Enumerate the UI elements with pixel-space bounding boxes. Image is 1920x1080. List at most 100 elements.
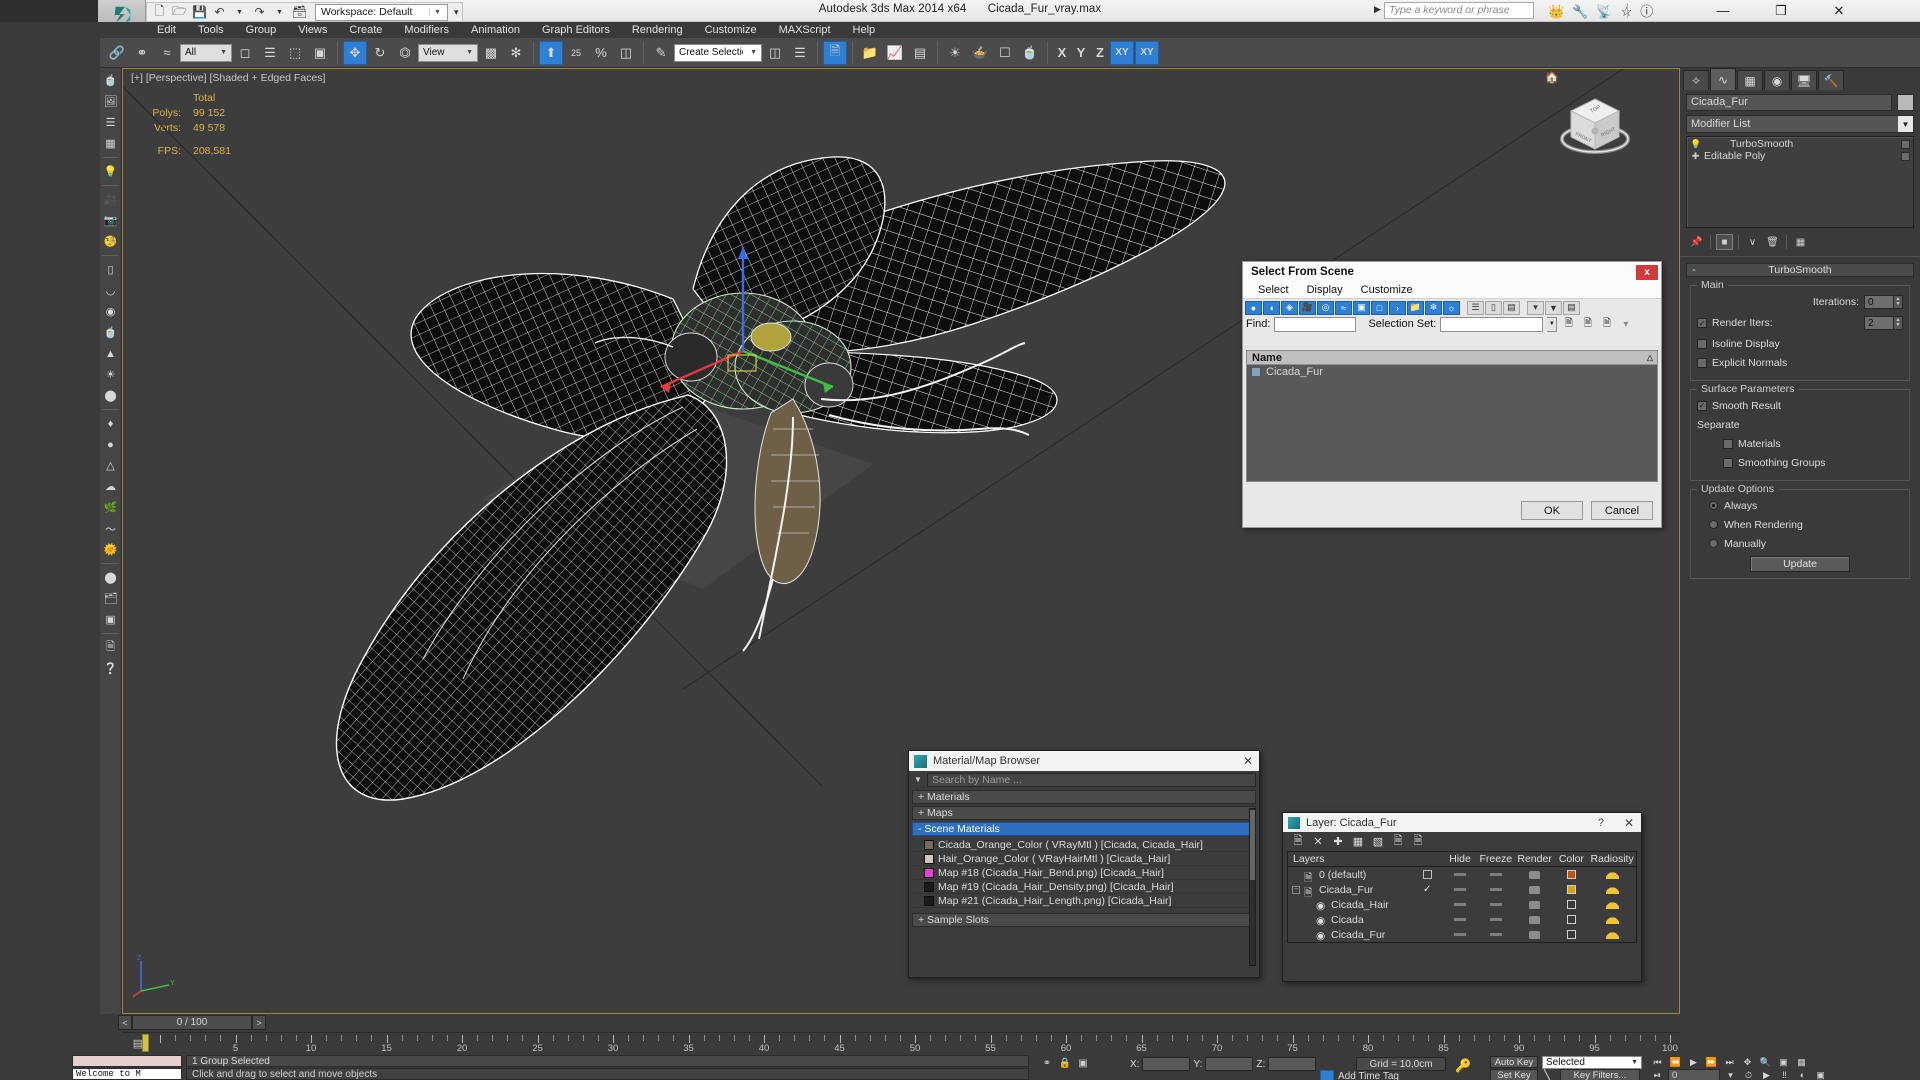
display-groups-icon[interactable]: ▣ [1353,301,1370,315]
time-tag-icon[interactable] [1320,1070,1334,1080]
space-warp-icon[interactable]: △ [101,456,120,475]
time-playhead[interactable] [142,1034,149,1052]
select-and-link-icon[interactable]: 🔗 [105,41,129,65]
set-key-button[interactable]: Set Key [1490,1069,1538,1080]
prev-frame-button[interactable]: < [118,1015,132,1030]
menu-item-graph-editors[interactable]: Graph Editors [531,22,621,38]
list-item[interactable]: Cicada_Orange_Color ( VRayMtl ) [Cicada,… [912,838,1256,852]
show-end-result-icon[interactable]: ■ [1716,234,1733,250]
group-maps[interactable]: + Maps [912,806,1256,820]
help-circle-icon[interactable]: ❔ [101,659,120,678]
redo-dropdown-icon[interactable]: ▼ [271,4,288,21]
render-toggle-icon[interactable] [1529,916,1540,924]
radiosity-icon[interactable] [1606,930,1619,939]
expand-plus-icon[interactable]: ✚ [1690,151,1701,162]
freeze-toggle[interactable] [1490,873,1502,876]
hide-toggle[interactable] [1454,933,1466,936]
separate-materials-row[interactable]: Materials [1697,436,1903,451]
field-of-view-icon[interactable]: ◐ [1795,1069,1810,1080]
menu-item-create[interactable]: Create [338,22,393,38]
iterations-spinner[interactable]: 0 ▲▼ [1864,295,1903,309]
maximize-viewport-icon[interactable]: ▦ [1794,1056,1809,1068]
iterations-value[interactable]: 0 [1864,295,1894,309]
remove-modifier-icon[interactable]: 🗑 [1764,234,1781,250]
list-item[interactable]: Cicada_Fur [1247,365,1657,379]
radio-manually[interactable] [1709,539,1718,548]
display-containers-icon[interactable]: 📁 [1407,301,1424,315]
hide-toggle[interactable] [1454,918,1466,921]
add-time-tag-row[interactable]: Add Time Tag [1320,1070,1399,1080]
modifier-stack-item-turbosmooth[interactable]: 💡 TurboSmooth [1688,138,1912,150]
material-map-browser[interactable]: Material/Map Browser ✕ ▼ Search by Name … [908,750,1260,978]
wrench-icon[interactable]: 🔧 [1572,5,1588,18]
lightbulb-icon[interactable]: 💡 [1690,139,1701,150]
scene-object-list[interactable]: Name △ Cicada_Fur [1246,350,1658,482]
radiosity-icon[interactable] [1606,900,1619,909]
select-from-scene-dialog[interactable]: Select From Scene x Select Display Custo… [1242,261,1662,528]
constrain-to-y-button[interactable]: Y [1072,45,1090,60]
spinner-arrows-icon[interactable]: ▲▼ [1894,316,1903,330]
teapot-icon[interactable]: 🍵 [101,71,120,90]
select-and-manipulate-icon[interactable]: ✻ [504,41,528,65]
set-current-layer-icon[interactable]: 🗎 [1391,835,1405,849]
zoom-region-icon[interactable]: 🔍 [1758,1056,1773,1068]
select-set-objects-icon[interactable]: 🗎 [1580,317,1595,332]
menu-item-select[interactable]: Select [1249,284,1298,296]
display-shapes-icon[interactable]: ◖ [1263,301,1280,315]
undo-icon[interactable]: ↶ [211,4,228,21]
render-toggle-icon[interactable] [1529,931,1540,939]
select-object-icon[interactable]: ◻ [233,41,257,65]
select-highlight-icon[interactable]: ▧ [1371,835,1385,849]
delete-selection-set-icon[interactable]: 🗎 [1599,317,1614,332]
minimize-button[interactable]: — [1700,0,1746,22]
radiosity-icon[interactable] [1606,870,1619,879]
documentation-icon[interactable]: 🗎 [101,638,120,657]
play-animation-icon[interactable]: ▶ [1686,1056,1701,1068]
configure-modifier-sets-icon[interactable]: ▦ [1792,234,1809,250]
menu-item-customize[interactable]: Customize [694,22,768,38]
time-configuration-icon[interactable]: ⏱ [1741,1069,1756,1080]
vray-sphere-icon[interactable]: ◉ [101,302,120,321]
list-item[interactable]: Map #21 (Cicada_Hair_Length.png) [Cicada… [912,894,1256,908]
maximize-button[interactable]: ❐ [1758,0,1804,22]
modifier-visibility-box[interactable] [1901,140,1910,149]
schematic-view-icon[interactable]: ▤ [908,41,932,65]
object-color-swatch[interactable] [1897,94,1914,111]
render-iters-value[interactable]: 2 [1864,316,1894,330]
display-lights-icon[interactable]: ◈ [1281,301,1298,315]
hierarchy-tab[interactable]: ▦ [1737,70,1763,90]
render-toggle-icon[interactable] [1529,886,1540,894]
modify-tab[interactable]: ∿ [1710,68,1736,90]
auto-key-button[interactable]: Auto Key [1490,1056,1538,1068]
menu-item-rendering[interactable]: Rendering [621,22,694,38]
render-elements-icon[interactable]: ▦ [101,134,120,153]
radiosity-icon[interactable] [1606,915,1619,924]
chevron-down-icon[interactable]: ▼ [1547,317,1557,332]
constrain-to-xy-plane-button[interactable]: XY [1110,41,1134,65]
new-scene-icon[interactable]: 🗋 [151,4,168,21]
cancel-button[interactable]: Cancel [1591,501,1653,520]
open-file-icon[interactable]: 🗁 [171,4,188,21]
create-new-layer-icon[interactable]: 🗎 [1291,835,1305,849]
sort-ascending-icon[interactable]: △ [1647,353,1657,362]
isolate-selection-icon[interactable]: ⚭ [1040,1056,1054,1070]
explicit-normals-row[interactable]: Explicit Normals [1697,355,1903,370]
pan-view-icon[interactable]: ✥ [1740,1056,1755,1068]
layer-color-swatch[interactable] [1567,915,1576,924]
display-frozen-icon[interactable]: ❄ [1425,301,1442,315]
rendered-frame-window-icon[interactable]: ☐ [993,41,1017,65]
display-hidden-icon[interactable]: ☼ [1443,301,1460,315]
menu-item-help[interactable]: Help [842,22,887,38]
menu-item-group[interactable]: Group [235,22,288,38]
group-scene-materials[interactable]: - Scene Materials [912,822,1256,836]
track-bar[interactable]: ▤ 51015202530354045505560657075808590951… [122,1032,1680,1054]
advanced-filter-icon[interactable]: ▼ [1545,301,1562,315]
radiosity-icon[interactable] [1606,885,1619,894]
layer-color-swatch[interactable] [1567,900,1576,909]
layer-color-swatch[interactable] [1567,870,1576,879]
separate-smoothing-groups-checkbox[interactable] [1723,458,1733,468]
create-tab[interactable]: ✧ [1683,70,1709,90]
window-crossing-icon[interactable]: ▣ [308,41,332,65]
render-toggle-icon[interactable] [1529,871,1540,879]
filter-icon[interactable]: ▾ [1527,301,1544,315]
